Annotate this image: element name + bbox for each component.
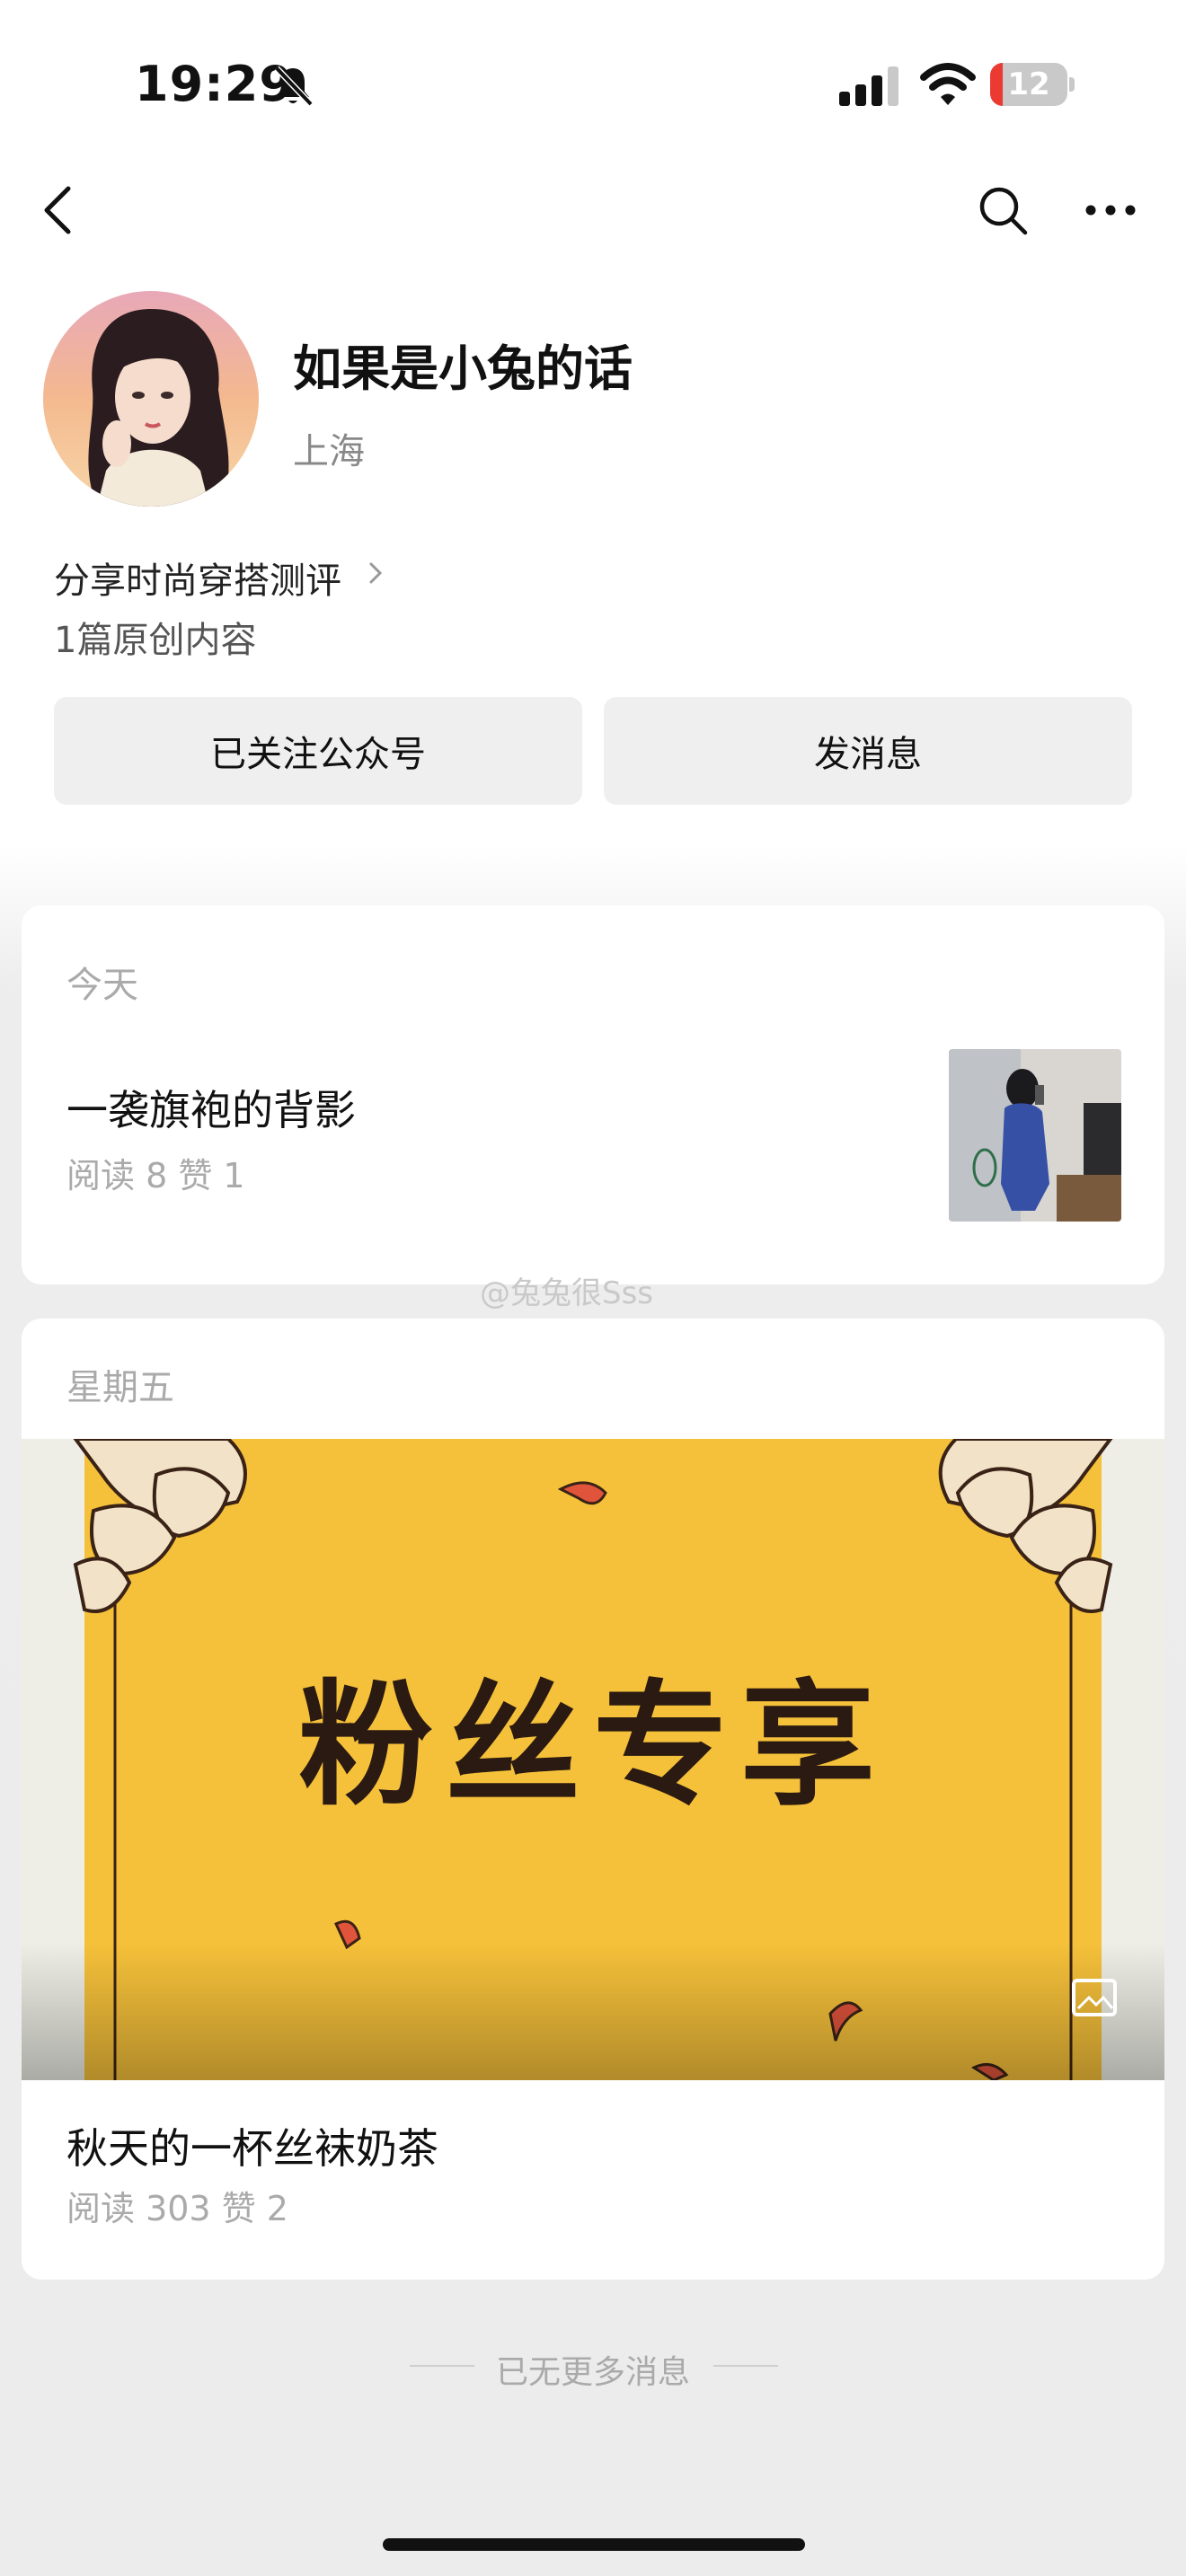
account-description[interactable]: 分享时尚穿搭测评 — [54, 551, 341, 604]
article-title[interactable]: 一袭旗袍的背影 — [66, 1078, 356, 1137]
avatar[interactable] — [43, 291, 259, 507]
article-stats: 阅读 303 赞 2 — [66, 2189, 288, 2228]
home-indicator[interactable] — [383, 2538, 805, 2551]
article-stats: 阅读 8 赞 1 — [66, 1156, 245, 1195]
date-label: 星期五 — [66, 1367, 174, 1408]
more-icon[interactable] — [1084, 201, 1137, 219]
account-name: 如果是小兔的话 — [293, 340, 633, 397]
original-content-count[interactable]: 1篇原创内容 — [54, 611, 256, 663]
wifi-icon — [920, 63, 976, 105]
divider — [410, 2365, 474, 2367]
search-icon[interactable] — [976, 183, 1030, 237]
article-thumbnail[interactable] — [949, 1049, 1121, 1222]
account-location: 上海 — [293, 431, 365, 472]
article-card[interactable]: 今天 一袭旗袍的背影 阅读 8 赞 1 — [22, 905, 1164, 1284]
watermark: @兔兔很Sss — [480, 1275, 654, 1311]
back-icon[interactable] — [40, 183, 75, 237]
cover-title: 粉丝专享 — [297, 1668, 888, 1824]
battery-level: 12 — [1007, 66, 1050, 102]
divider — [713, 2365, 778, 2367]
article-title[interactable]: 秋天的一杯丝袜奶茶 — [66, 2116, 438, 2175]
end-of-list-text: 已无更多消息 — [496, 2354, 691, 2391]
article-cover-image[interactable]: 粉丝专享 — [22, 1439, 1164, 2080]
date-label: 今天 — [66, 965, 138, 1006]
bell-slash-icon — [274, 66, 314, 107]
signal-icon — [839, 66, 898, 106]
battery-icon: 12 — [990, 63, 1076, 108]
image-icon — [1072, 1979, 1117, 2016]
chevron-right-icon[interactable] — [367, 557, 386, 589]
article-card[interactable]: 星期五 粉丝专享 秋天的一杯丝袜奶茶 阅读 303 赞 2 — [22, 1319, 1164, 2280]
followed-account-button[interactable]: 已关注公众号 — [54, 697, 582, 805]
send-message-button[interactable]: 发消息 — [604, 697, 1132, 805]
